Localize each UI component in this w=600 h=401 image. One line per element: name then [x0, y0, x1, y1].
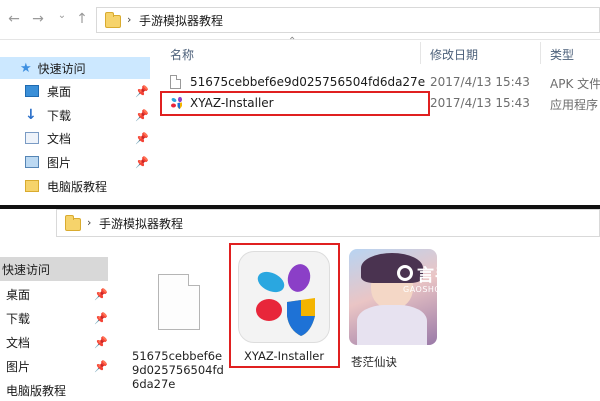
watermark-site: GAOSHOUYOU.COM: [403, 285, 490, 294]
file-name: 51675cebbef6e9d025756504fd6da27e: [190, 75, 426, 89]
nav-downloads[interactable]: 下载: [0, 307, 30, 329]
nav-pc-tutorial[interactable]: 电脑版教程: [0, 175, 107, 197]
back-arrow-icon[interactable]: ←: [6, 11, 22, 27]
pin-icon[interactable]: 📌: [135, 85, 149, 98]
pin-icon[interactable]: 📌: [135, 156, 149, 169]
nav-desktop[interactable]: 桌面: [0, 80, 71, 102]
bottom-navigation-pane: 快速访问 桌面 📌 下载 📌 文档 📌 图片 📌 电脑版教程: [0, 249, 110, 400]
top-navigation-pane: ★ 快速访问 桌面 📌 ↓ 下载 📌 文档 📌 图片 📌 电脑版教程: [0, 55, 150, 205]
column-modified-header[interactable]: 修改日期: [430, 46, 478, 63]
forward-arrow-icon[interactable]: →: [30, 11, 46, 27]
tile-label: 苍茫仙诀: [351, 355, 397, 369]
nav-label: 桌面: [47, 84, 72, 99]
watermark: 言手游 GAOSHOUYOU.COM: [397, 261, 495, 301]
nav-pictures[interactable]: 图片: [0, 355, 30, 377]
nav-label: 文档: [47, 131, 72, 146]
up-arrow-icon[interactable]: ↑: [74, 11, 90, 27]
nav-label: 快速访问: [37, 61, 86, 76]
nav-desktop[interactable]: 桌面: [0, 283, 30, 305]
highlight-box: [229, 243, 340, 368]
tile-label-line: 9d025756504fd: [132, 363, 224, 377]
breadcrumb-folder[interactable]: 手游模拟器教程: [139, 12, 223, 29]
download-arrow-icon: ↓: [25, 107, 37, 123]
nav-label: 快速访问: [2, 262, 51, 277]
nav-downloads[interactable]: ↓ 下载: [0, 104, 71, 126]
desktop-icon: [25, 85, 39, 97]
pin-icon[interactable]: 📌: [135, 109, 149, 122]
nav-label: 图片: [6, 359, 31, 374]
nav-label: 下载: [6, 311, 31, 326]
nav-documents[interactable]: 文档: [0, 331, 30, 353]
nav-quick-access[interactable]: 快速访问: [0, 257, 108, 281]
top-address-bar: ← → ⌄ ↑ › 手游模拟器教程: [0, 0, 600, 40]
nav-label: 图片: [47, 155, 72, 170]
file-icon: [170, 75, 181, 89]
bottom-explorer-window: › 手游模拟器教程 快速访问 桌面 📌 下载 📌 文档 📌 图片 📌 电脑版教程: [0, 209, 600, 400]
top-explorer-window: ← → ⌄ ↑ › 手游模拟器教程 ⌃ 名称 修改日期 类型 ★ 快速访问 桌面…: [0, 0, 600, 205]
pin-icon[interactable]: 📌: [94, 312, 108, 325]
tile-label-line: 6da27e: [132, 377, 176, 391]
nav-label: 下载: [47, 108, 72, 123]
tile-label-line: 51675cebbef6e: [132, 349, 223, 363]
pin-icon[interactable]: 📌: [94, 360, 108, 373]
file-date: 2017/4/13 15:43: [430, 96, 530, 110]
column-divider[interactable]: [540, 42, 541, 64]
documents-icon: [25, 132, 39, 144]
watermark-logo-icon: [397, 265, 413, 281]
generic-file-icon: [158, 274, 200, 330]
nav-label: 电脑版教程: [47, 179, 108, 194]
folder-icon: [25, 180, 39, 192]
star-icon: ★: [20, 60, 32, 76]
nav-pictures[interactable]: 图片: [0, 151, 71, 173]
breadcrumb-separator-icon: ›: [127, 13, 132, 26]
folder-icon: [65, 215, 81, 231]
nav-documents[interactable]: 文档: [0, 127, 71, 149]
file-tile[interactable]: 51675cebbef6e 9d025756504fd 6da27e: [128, 249, 224, 399]
folder-icon: [105, 12, 121, 28]
file-date: 2017/4/13 15:43: [430, 75, 530, 89]
bottom-address-bar: › 手游模拟器教程: [56, 209, 600, 237]
highlight-box: [160, 91, 430, 116]
pin-icon[interactable]: 📌: [94, 288, 108, 301]
nav-pc-tutorial[interactable]: 电脑版教程: [0, 379, 66, 401]
pin-icon[interactable]: 📌: [135, 132, 149, 145]
pin-icon[interactable]: 📌: [94, 336, 108, 349]
breadcrumb-separator-icon: ›: [87, 216, 92, 229]
file-type: APK 文件: [550, 77, 600, 91]
nav-label: 电脑版教程: [6, 383, 67, 398]
file-type: 应用程序: [550, 98, 599, 112]
file-tile[interactable]: 言手游 GAOSHOUYOU.COM 苍茫仙诀: [345, 243, 495, 373]
nav-label: 文档: [6, 335, 31, 350]
nav-label: 桌面: [6, 287, 31, 302]
watermark-brand: 言手游: [417, 266, 471, 286]
file-row[interactable]: 51675cebbef6e9d025756504fd6da27e: [170, 71, 425, 93]
recent-dropdown-icon[interactable]: ⌄: [54, 10, 70, 21]
nav-quick-access[interactable]: ★ 快速访问: [0, 57, 150, 79]
sort-chevron-icon: ⌃: [288, 36, 297, 47]
column-type-header[interactable]: 类型: [550, 46, 574, 63]
column-divider[interactable]: [420, 42, 421, 64]
pictures-icon: [25, 156, 39, 168]
column-name-header[interactable]: 名称: [170, 46, 194, 63]
breadcrumb-folder[interactable]: 手游模拟器教程: [99, 215, 183, 232]
